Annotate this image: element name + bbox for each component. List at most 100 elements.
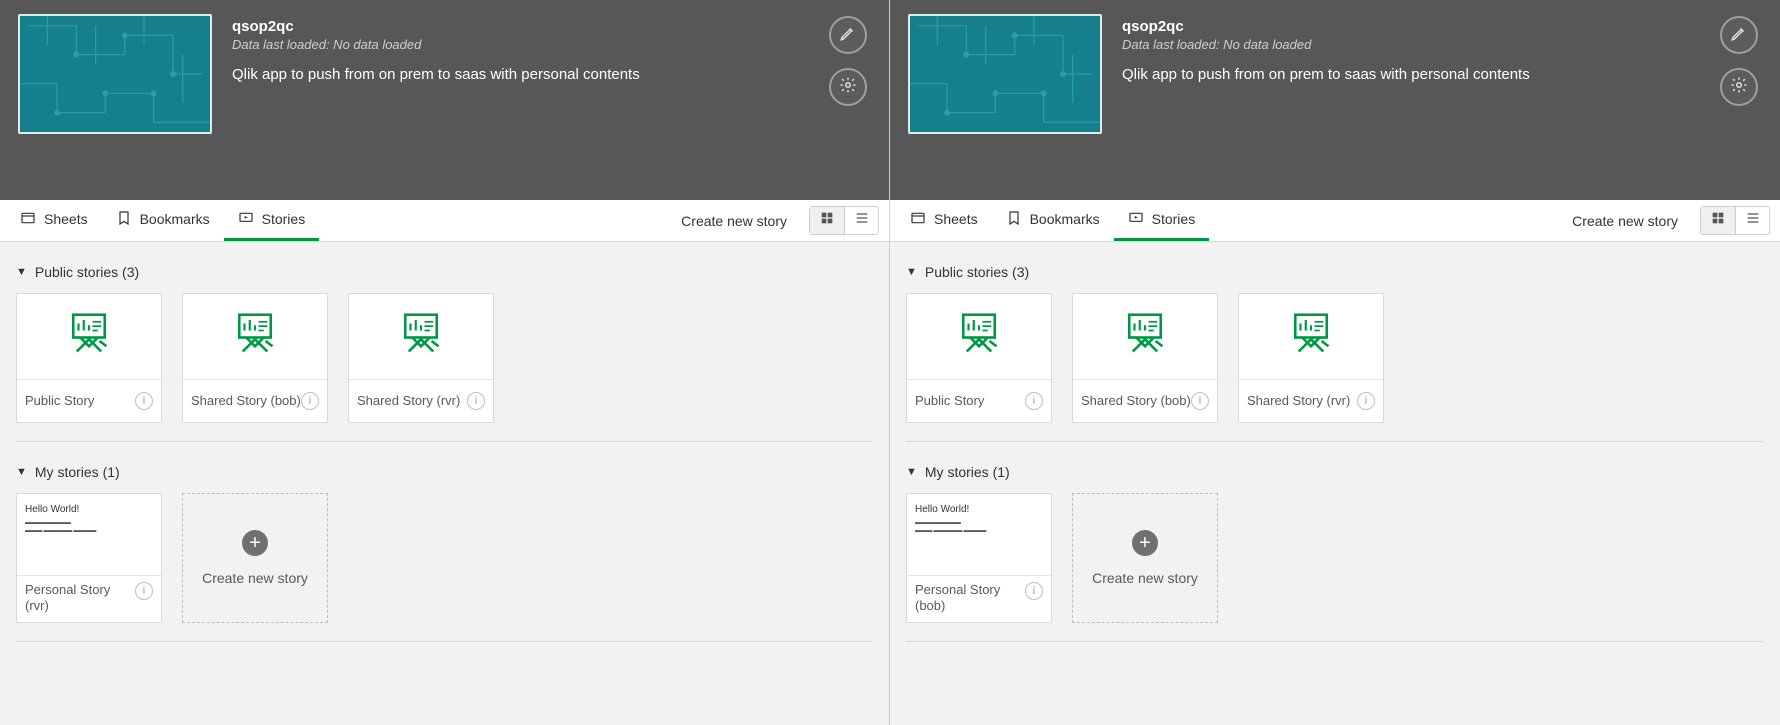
- tab-bookmarks-label: Bookmarks: [1030, 211, 1100, 227]
- story-icon: [238, 210, 254, 229]
- plus-icon: +: [1132, 530, 1158, 556]
- info-icon[interactable]: i: [467, 392, 485, 410]
- tab-bookmarks[interactable]: Bookmarks: [992, 200, 1114, 241]
- card-thumbnail: [349, 294, 493, 380]
- app-header: qsop2qc Data last loaded: No data loaded…: [0, 0, 889, 200]
- info-icon[interactable]: i: [1357, 392, 1375, 410]
- info-icon[interactable]: i: [1025, 582, 1043, 600]
- story-thumb-icon: [951, 306, 1007, 367]
- create-story-placeholder[interactable]: +Create new story: [1072, 493, 1218, 623]
- info-icon[interactable]: i: [1025, 392, 1043, 410]
- settings-button[interactable]: [829, 68, 867, 106]
- public-stories-section: ▼Public stories (3) Public Story i Share…: [906, 250, 1764, 442]
- list-icon: [1745, 210, 1761, 231]
- card-thumbnail: [1073, 294, 1217, 380]
- card-title: Personal Story (bob): [915, 582, 1025, 613]
- grid-view-button[interactable]: [810, 207, 844, 234]
- app-thumbnail[interactable]: [908, 14, 1102, 134]
- card-thumbnail: Hello World! ▬▬▬▬▬▬▬▬▬▬▬ ▬▬▬▬▬ ▬▬▬▬: [17, 494, 161, 576]
- card-title: Shared Story (bob): [191, 393, 301, 409]
- gear-icon: [1730, 76, 1748, 99]
- card-footer: Public Story i: [17, 380, 161, 422]
- card-thumbnail: [1239, 294, 1383, 380]
- info-icon[interactable]: i: [135, 582, 153, 600]
- app-title: qsop2qc: [232, 18, 867, 35]
- tab-sheets[interactable]: Sheets: [6, 200, 102, 241]
- card-grid: Public Story i Shared Story (bob) i: [906, 293, 1764, 437]
- bookmark-icon: [116, 210, 132, 229]
- pane-0: qsop2qc Data last loaded: No data loaded…: [0, 0, 890, 725]
- story-card[interactable]: Shared Story (bob) i: [1072, 293, 1218, 423]
- story-thumb-icon: [1283, 306, 1339, 367]
- toolbar: Sheets Bookmarks Stories Create new stor…: [890, 200, 1780, 242]
- section-header[interactable]: ▼Public stories (3): [16, 250, 873, 293]
- story-card[interactable]: Public Story i: [16, 293, 162, 423]
- card-title: Public Story: [25, 393, 94, 409]
- sheet-icon: [20, 210, 36, 229]
- personal-story-card[interactable]: Hello World! ▬▬▬▬▬▬▬▬▬▬▬ ▬▬▬▬▬ ▬▬▬▬ Pers…: [906, 493, 1052, 623]
- app-title: qsop2qc: [1122, 18, 1758, 35]
- section-header[interactable]: ▼Public stories (3): [906, 250, 1764, 293]
- story-thumb-icon: [1117, 306, 1173, 367]
- create-story-link[interactable]: Create new story: [1554, 200, 1696, 241]
- list-view-button[interactable]: [844, 207, 878, 234]
- toolbar: Sheets Bookmarks Stories Create new stor…: [0, 200, 889, 242]
- card-grid: Hello World! ▬▬▬▬▬▬▬▬▬▬▬ ▬▬▬▬▬ ▬▬▬▬ Pers…: [16, 493, 873, 637]
- card-title: Shared Story (rvr): [1247, 393, 1350, 409]
- app-header: qsop2qc Data last loaded: No data loaded…: [890, 0, 1780, 200]
- sheet-icon: [910, 210, 926, 229]
- tab-sheets[interactable]: Sheets: [896, 200, 992, 241]
- gear-icon: [839, 76, 857, 99]
- create-story-placeholder[interactable]: +Create new story: [182, 493, 328, 623]
- story-icon: [1128, 210, 1144, 229]
- tab-bookmarks-label: Bookmarks: [140, 211, 210, 227]
- app-thumbnail[interactable]: [18, 14, 212, 134]
- settings-button[interactable]: [1720, 68, 1758, 106]
- content-area: ▼Public stories (3) Public Story i Share…: [0, 242, 889, 725]
- section-title: Public stories (3): [35, 264, 139, 280]
- bookmark-icon: [1006, 210, 1022, 229]
- create-story-link[interactable]: Create new story: [663, 200, 805, 241]
- card-thumbnail: [183, 294, 327, 380]
- edit-button[interactable]: [829, 16, 867, 54]
- personal-story-card[interactable]: Hello World! ▬▬▬▬▬▬▬▬▬▬▬ ▬▬▬▬▬ ▬▬▬▬ Pers…: [16, 493, 162, 623]
- story-preview: Hello World! ▬▬▬▬▬▬▬▬▬▬▬ ▬▬▬▬▬ ▬▬▬▬: [17, 494, 161, 575]
- tab-stories[interactable]: Stories: [224, 200, 320, 241]
- chevron-down-icon: ▼: [906, 466, 917, 478]
- view-toggle: [809, 206, 879, 235]
- story-card[interactable]: Public Story i: [906, 293, 1052, 423]
- info-icon[interactable]: i: [1191, 392, 1209, 410]
- story-card[interactable]: Shared Story (rvr) i: [348, 293, 494, 423]
- story-card[interactable]: Shared Story (bob) i: [182, 293, 328, 423]
- app-data-status: Data last loaded: No data loaded: [1122, 37, 1758, 52]
- info-icon[interactable]: i: [301, 392, 319, 410]
- grid-view-button[interactable]: [1701, 207, 1735, 234]
- edit-button[interactable]: [1720, 16, 1758, 54]
- tabs: Sheets Bookmarks Stories: [896, 200, 1209, 241]
- card-title: Shared Story (rvr): [357, 393, 460, 409]
- card-title: Personal Story (rvr): [25, 582, 135, 613]
- tab-sheets-label: Sheets: [44, 211, 88, 227]
- tab-bookmarks[interactable]: Bookmarks: [102, 200, 224, 241]
- pencil-icon: [839, 24, 857, 47]
- view-toggle: [1700, 206, 1770, 235]
- chevron-down-icon: ▼: [16, 466, 27, 478]
- tab-stories[interactable]: Stories: [1114, 200, 1210, 241]
- tab-stories-label: Stories: [262, 211, 306, 227]
- story-thumb-icon: [61, 306, 117, 367]
- card-footer: Shared Story (bob) i: [183, 380, 327, 422]
- info-icon[interactable]: i: [135, 392, 153, 410]
- list-view-button[interactable]: [1735, 207, 1769, 234]
- section-title: Public stories (3): [925, 264, 1029, 280]
- section-header[interactable]: ▼My stories (1): [906, 450, 1764, 493]
- tab-stories-label: Stories: [1152, 211, 1196, 227]
- my-stories-section: ▼My stories (1) Hello World! ▬▬▬▬▬▬▬▬▬▬▬…: [906, 450, 1764, 642]
- content-area: ▼Public stories (3) Public Story i Share…: [890, 242, 1780, 725]
- card-footer: Personal Story (bob) i: [907, 576, 1051, 622]
- section-title: My stories (1): [35, 464, 120, 480]
- card-footer: Shared Story (rvr) i: [349, 380, 493, 422]
- section-header[interactable]: ▼ My stories (1): [16, 450, 873, 493]
- story-card[interactable]: Shared Story (rvr) i: [1238, 293, 1384, 423]
- card-footer: Shared Story (bob) i: [1073, 380, 1217, 422]
- card-grid: Public Story i Shared Story (bob) i: [16, 293, 873, 437]
